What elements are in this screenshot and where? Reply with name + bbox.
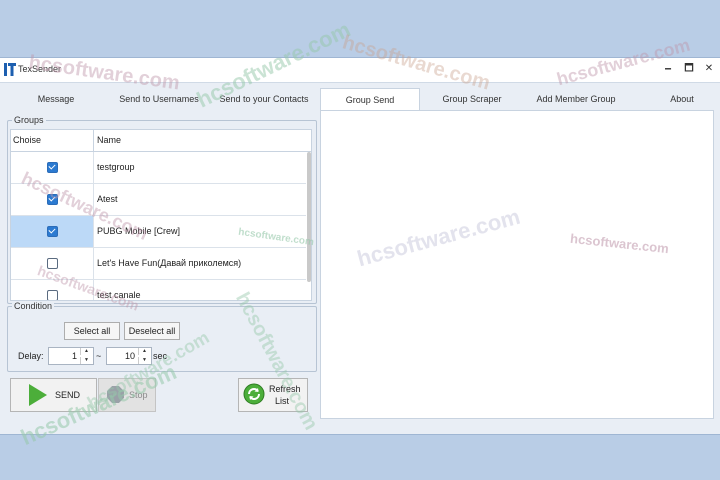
refresh-icon <box>243 383 265 405</box>
table-row[interactable]: Let's Have Fun(Давай приколемся) <box>11 248 306 280</box>
select-all-button[interactable]: Select all <box>64 322 120 340</box>
play-icon <box>29 384 47 406</box>
tab-add-member-group[interactable]: Add Member Group <box>526 88 626 110</box>
condition-box: Condition Select all Deselect all Delay:… <box>7 301 317 372</box>
group-name: PUBG Mobile [Crew] <box>97 226 181 236</box>
tab-about[interactable]: About <box>650 88 714 110</box>
title-bar: TexSender 🗕 🗖 ✕ <box>0 58 720 83</box>
send-button[interactable]: SEND <box>10 378 97 412</box>
texsender-logo-icon <box>4 63 16 76</box>
refresh-label-line1: Refresh <box>269 384 301 394</box>
delay-separator: ~ <box>96 351 102 361</box>
tab-send-to-usernames[interactable]: Send to Usernames <box>112 88 206 110</box>
tab-message[interactable]: Message <box>10 88 102 110</box>
chevron-down-icon[interactable]: ▼ <box>138 357 150 364</box>
column-header-name[interactable]: Name <box>97 135 121 145</box>
delay-max-stepper[interactable]: 10 ▲ ▼ <box>106 347 152 365</box>
group-name: Let's Have Fun(Давай приколемся) <box>97 258 242 268</box>
app-title: TexSender <box>18 64 62 74</box>
table-row[interactable]: PUBG Mobile [Crew] <box>11 216 306 248</box>
delay-max-value: 10 <box>124 351 135 361</box>
tab-group-send[interactable]: Group Send <box>320 88 420 112</box>
groups-box: Groups Choise Name testgroup Atest PUBG … <box>7 115 317 304</box>
tab-strip: Message Send to Usernames Send to your C… <box>0 88 720 112</box>
row-checkbox[interactable] <box>47 162 58 173</box>
grid-header: Choise Name <box>11 130 311 152</box>
choise-cell <box>11 248 94 279</box>
delay-min-stepper[interactable]: 1 ▲ ▼ <box>48 347 94 365</box>
table-row[interactable]: Atest <box>11 184 306 216</box>
column-divider <box>93 130 94 151</box>
app-window: TexSender 🗕 🗖 ✕ Message Send to Username… <box>0 57 720 435</box>
condition-legend: Condition <box>12 301 55 311</box>
log-panel[interactable] <box>320 110 714 419</box>
refresh-label-line2: List <box>275 396 290 406</box>
stop-label: Stop <box>129 390 148 400</box>
delay-label: Delay: <box>18 351 44 361</box>
tab-group-scraper[interactable]: Group Scraper <box>424 88 520 110</box>
delay-min-value: 1 <box>71 351 77 361</box>
groups-grid: Choise Name testgroup Atest PUBG Mobile … <box>10 129 312 301</box>
choise-cell <box>11 184 94 215</box>
groups-legend: Groups <box>12 115 46 125</box>
group-name: Atest <box>97 194 118 204</box>
stop-icon <box>107 386 124 403</box>
group-name: testgroup <box>97 162 135 172</box>
maximize-icon[interactable]: 🗖 <box>682 62 696 76</box>
refresh-list-button[interactable]: Refresh List <box>238 378 308 412</box>
table-row[interactable]: testgroup <box>11 152 306 184</box>
chevron-down-icon[interactable]: ▼ <box>80 357 92 364</box>
table-row[interactable]: test canale <box>11 280 306 300</box>
row-checkbox[interactable] <box>47 226 58 237</box>
tab-send-to-contacts[interactable]: Send to your Contacts <box>212 88 316 110</box>
grid-scrollbar[interactable] <box>307 152 311 282</box>
stop-button[interactable]: Stop <box>98 378 156 412</box>
group-name: test canale <box>97 290 141 300</box>
chevron-up-icon[interactable]: ▲ <box>80 348 92 355</box>
choise-cell <box>11 216 94 247</box>
row-checkbox[interactable] <box>47 194 58 205</box>
choise-cell <box>11 280 94 300</box>
row-checkbox[interactable] <box>47 290 58 300</box>
send-label: SEND <box>55 390 81 400</box>
close-icon[interactable]: ✕ <box>702 62 716 76</box>
minimize-icon[interactable]: 🗕 <box>661 62 675 76</box>
column-header-choise[interactable]: Choise <box>13 135 41 145</box>
choise-cell <box>11 152 94 183</box>
row-checkbox[interactable] <box>47 258 58 269</box>
chevron-up-icon[interactable]: ▲ <box>138 348 150 355</box>
deselect-all-button[interactable]: Deselect all <box>124 322 180 340</box>
delay-unit: sec <box>153 351 168 361</box>
